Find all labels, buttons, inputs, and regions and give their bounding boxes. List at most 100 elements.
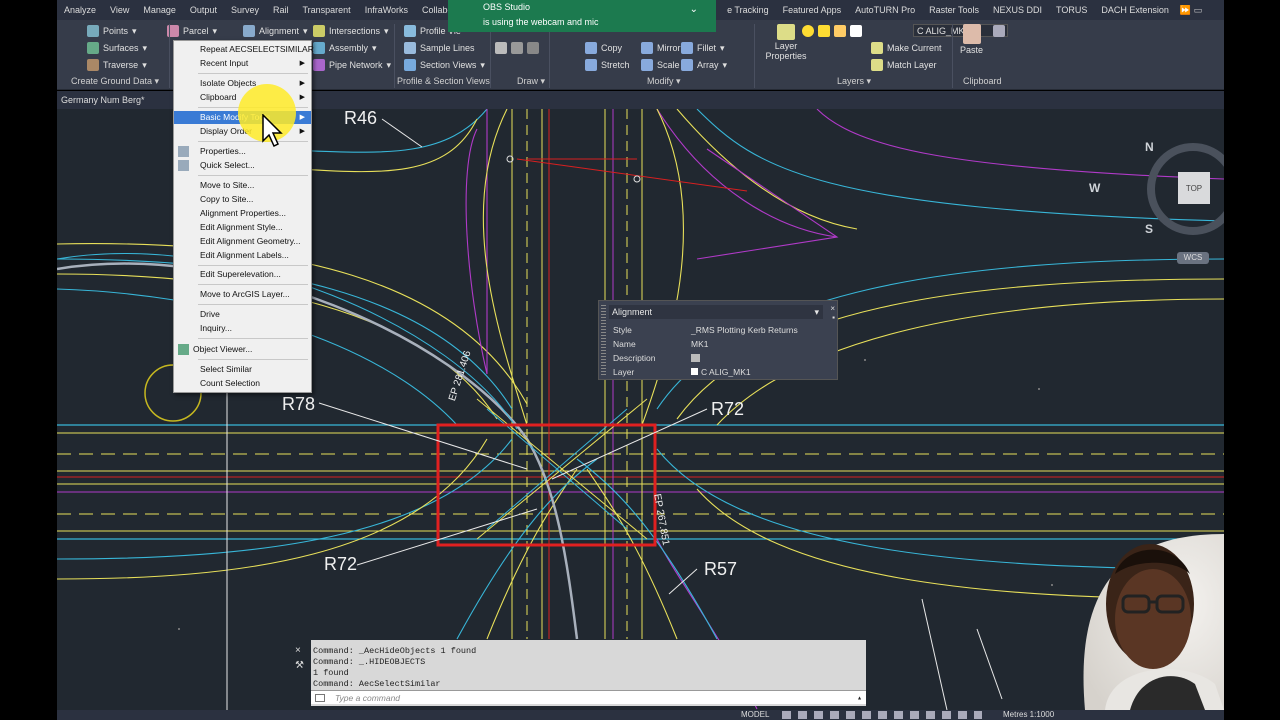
model-space-toggle[interactable]: MODEL [741,710,769,720]
group-modify[interactable]: Modify ▾ [647,76,681,87]
stretch-button[interactable]: Stretch [585,59,630,71]
viewcube-north[interactable]: N [1145,140,1154,154]
viewcube-south[interactable]: S [1145,222,1153,236]
menu-item-edit-alignment-geometry[interactable]: Edit Alignment Geometry... [174,235,311,248]
menu-item-edit-alignment-style[interactable]: Edit Alignment Style... [174,221,311,234]
tab-torus[interactable]: TORUS [1049,5,1094,15]
group-clipboard[interactable]: Clipboard [963,76,1002,86]
tab-manage[interactable]: Manage [136,5,183,15]
mouse-cursor-icon [262,114,283,148]
tab-output[interactable]: Output [183,5,224,15]
draw-tools[interactable] [495,42,539,54]
obs-notification[interactable]: OBS Studio is using the webcam and mic ⌄ [448,0,716,32]
tab-rail[interactable]: Rail [266,5,296,15]
line-icon [495,42,507,54]
menu-item-object-viewer[interactable]: Object Viewer... [174,343,311,356]
file-tab[interactable]: Germany Num Berg* [57,95,149,105]
tab-tracking[interactable]: e Tracking [720,5,776,15]
palette-title[interactable]: Alignment ▾ [609,305,823,319]
menu-item-inquiry[interactable]: Inquiry... [174,322,311,335]
section-views-button[interactable]: Section Views ▾ [404,59,485,71]
color-swatch-icon[interactable] [850,25,862,37]
alignment-button[interactable]: Alignment ▾ [243,25,308,37]
group-profile-section-views[interactable]: Profile & Section Views [397,76,490,86]
tab-raster-tools[interactable]: Raster Tools [922,5,986,15]
tab-nexus[interactable]: NEXUS DDI [986,5,1049,15]
close-icon[interactable]: × [295,645,311,656]
match-layer-button[interactable]: Match Layer [871,59,937,71]
tab-transparent[interactable]: Transparent [295,5,357,15]
prop-row-description[interactable]: Description [609,351,823,365]
points-button[interactable]: Points ▾ [87,25,137,37]
paste-button[interactable]: Paste [960,24,983,55]
obs-title: OBS Studio [483,2,531,12]
group-create-ground-data[interactable]: Create Ground Data ▾ [71,76,159,87]
parcel-button[interactable]: Parcel ▾ [167,25,217,37]
group-layers[interactable]: Layers ▾ [837,76,871,87]
lightbulb-icon[interactable] [802,25,814,37]
description-edit-icon[interactable] [691,354,700,362]
status-toggle-icons[interactable] [782,711,982,719]
prop-row-layer[interactable]: Layer C ALIG_MK1 [609,365,823,379]
traverse-button[interactable]: Traverse ▾ [87,59,147,71]
menu-item-select-similar[interactable]: Select Similar [174,363,311,376]
chevron-down-icon[interactable]: ▾ [814,305,819,319]
menu-item-copy-to-site[interactable]: Copy to Site... [174,193,311,206]
make-current-button[interactable]: Make Current [871,42,942,54]
lock-icon[interactable] [834,25,846,37]
intersections-button[interactable]: Intersections ▾ [313,25,389,37]
profile-view-icon [404,25,416,37]
menu-item-edit-alignment-labels[interactable]: Edit Alignment Labels... [174,249,311,262]
alignment-icon [243,25,255,37]
scale-button[interactable]: Scale [641,59,680,71]
viewcube-west[interactable]: W [1089,181,1100,195]
prop-row-style[interactable]: Style _RMS Plotting Kerb Returns [609,323,823,337]
tab-dach[interactable]: DACH Extension [1094,5,1176,15]
copy-button[interactable]: Copy [585,42,622,54]
menu-item-alignment-properties[interactable]: Alignment Properties... [174,207,311,220]
array-button[interactable]: Array ▾ [681,59,727,71]
mirror-button[interactable]: Mirror [641,42,681,54]
fillet-button[interactable]: Fillet ▾ [681,42,725,54]
menu-item-drive[interactable]: Drive [174,308,311,321]
viewcube-top[interactable]: TOP [1178,172,1210,204]
tab-featured-apps[interactable]: Featured Apps [776,5,849,15]
menu-item-count-selection[interactable]: Count Selection [174,377,311,390]
menu-item-move-to-arcgis[interactable]: Move to ArcGIS Layer... [174,288,311,301]
cut-copy-icons[interactable] [993,25,1005,37]
menu-item-properties[interactable]: Properties... [174,145,311,158]
group-draw[interactable]: Draw ▾ [517,76,545,87]
more-tabs-icon[interactable]: ⏩ ▭ [1176,5,1206,16]
tab-autoturn[interactable]: AutoTURN Pro [848,5,922,15]
menu-item-move-to-site[interactable]: Move to Site... [174,179,311,192]
obs-message: is using the webcam and mic [483,17,599,27]
menu-item-repeat[interactable]: Repeat AECSELECTSIMILAR [174,43,314,56]
command-input[interactable]: Type a command ▴ [311,690,866,704]
options-icon[interactable]: ▪ [832,313,835,322]
palette-grip[interactable] [601,305,606,375]
tab-analyze[interactable]: Analyze [57,5,103,15]
menu-item-edit-superelevation[interactable]: Edit Superelevation... [174,268,311,281]
prop-row-name[interactable]: Name MK1 [609,337,823,351]
tab-view[interactable]: View [103,5,136,15]
chevron-down-icon[interactable]: ⌄ [690,4,698,16]
menu-item-quick-select[interactable]: Quick Select... [174,159,311,172]
pipe-network-icon [313,59,325,71]
sun-icon[interactable] [818,25,830,37]
wcs-menu[interactable]: WCS [1177,252,1209,264]
surfaces-button[interactable]: Surfaces ▾ [87,42,147,54]
tab-survey[interactable]: Survey [224,5,266,15]
menu-item-recent-input[interactable]: Recent Input ▶ [174,57,311,70]
assembly-button[interactable]: Assembly ▾ [313,42,377,54]
wrench-icon[interactable]: ⚒ [295,660,311,671]
tab-infraworks[interactable]: InfraWorks [358,5,415,15]
section-views-icon [404,59,416,71]
pipe-network-button[interactable]: Pipe Network ▾ [313,59,391,71]
command-history-line: 1 found [313,668,349,678]
clipboard-icon [962,24,981,44]
sample-lines-button[interactable]: Sample Lines [404,42,475,54]
menu-item-isolate-objects[interactable]: Isolate Objects ▶ [174,77,311,90]
chevron-up-icon[interactable]: ▴ [857,693,862,703]
close-icon[interactable]: × [830,304,835,313]
annotation-scale[interactable]: Metres 1:1000 [1003,710,1054,720]
